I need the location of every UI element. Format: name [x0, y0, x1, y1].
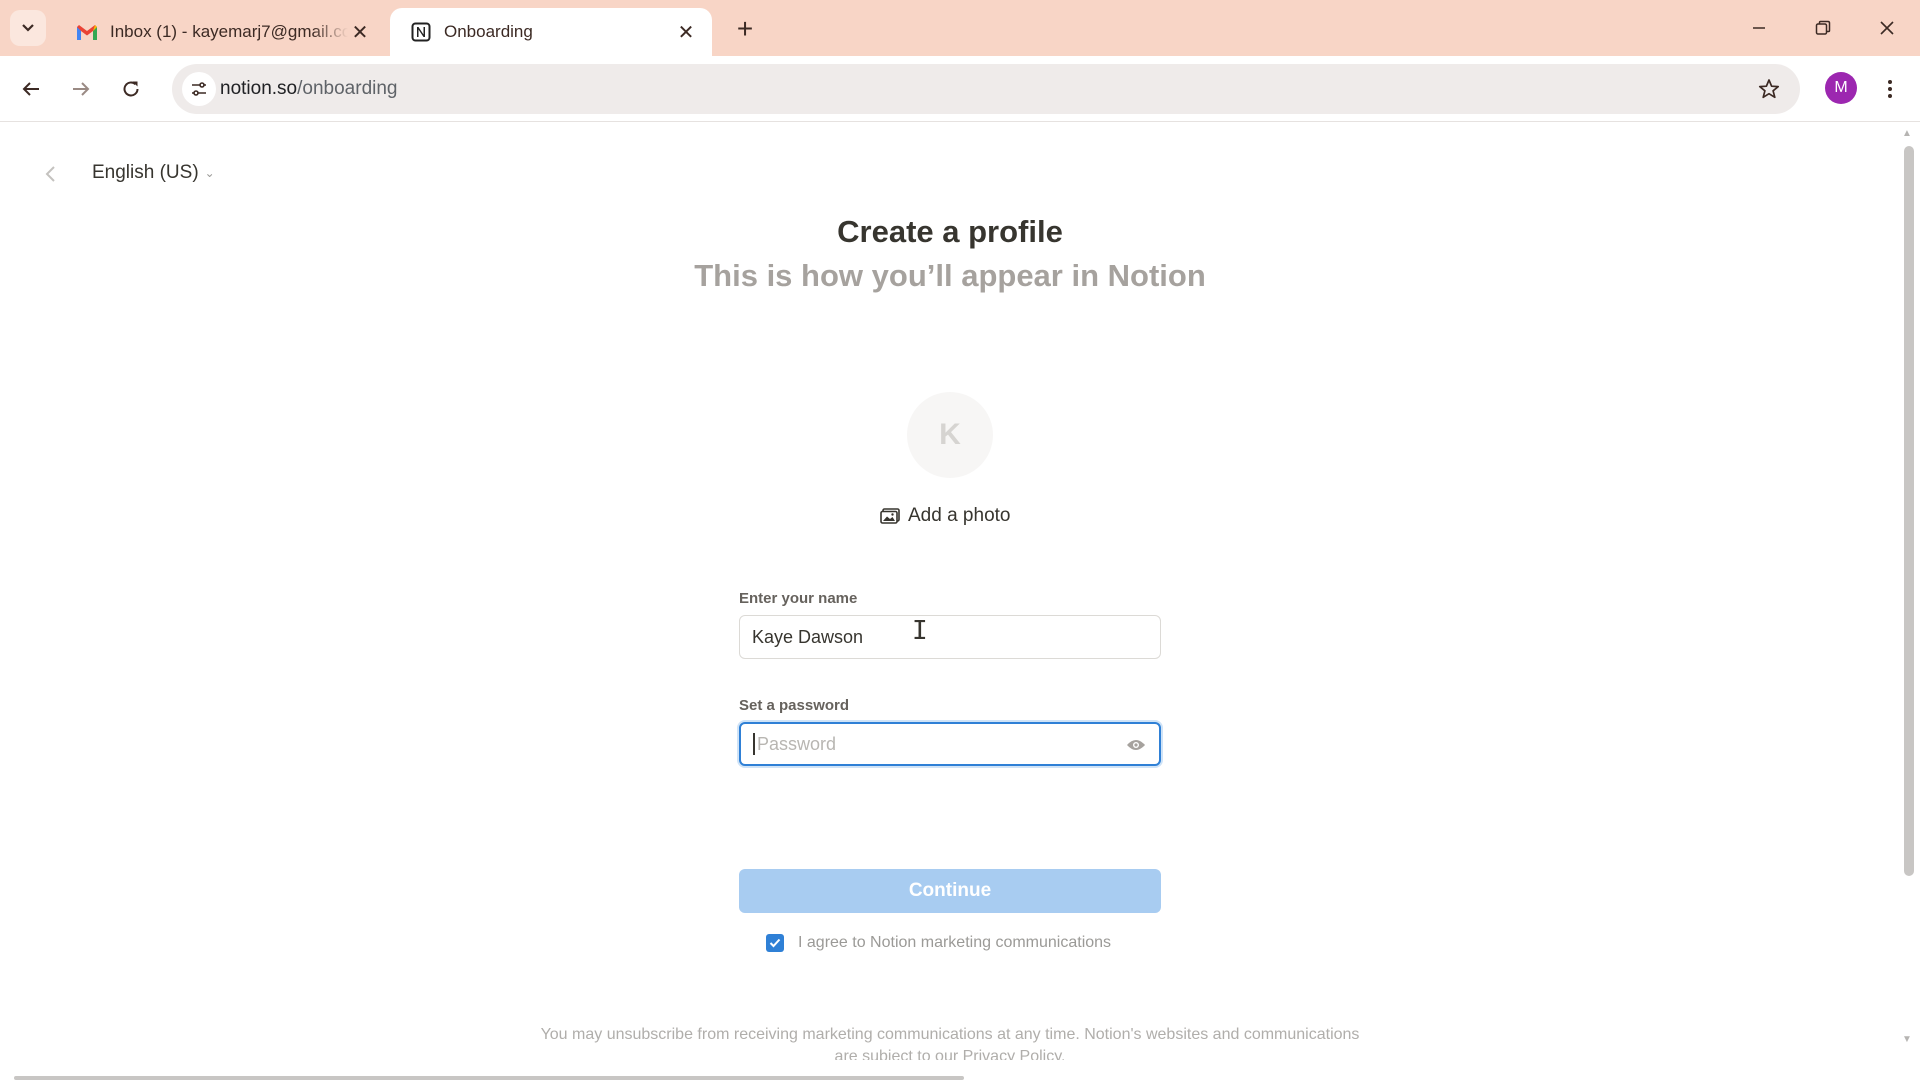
image-icon: [880, 508, 900, 524]
vertical-scrollbar[interactable]: ▲ ▼: [1898, 122, 1920, 1080]
arrow-left-icon: [22, 82, 39, 96]
consent-checkbox[interactable]: [766, 934, 784, 952]
url-text[interactable]: notion.so/onboarding: [220, 78, 398, 100]
address-bar[interactable]: notion.so/onboarding: [172, 64, 1800, 114]
forward-button[interactable]: [62, 70, 100, 108]
page-title: Create a profile: [837, 214, 1063, 249]
add-photo-button[interactable]: Add a photo: [880, 502, 1010, 530]
continue-button[interactable]: Continue: [739, 869, 1161, 913]
new-tab-button[interactable]: +: [728, 12, 762, 46]
profile-avatar-button[interactable]: M: [1825, 72, 1857, 104]
close-icon: [1880, 21, 1894, 35]
add-photo-label: Add a photo: [908, 505, 1011, 526]
browser-tab-bar: Inbox (1) - kayemarj7@gmail.com ✕ Onboar…: [0, 0, 1920, 56]
vertical-scroll-thumb[interactable]: [1904, 146, 1914, 876]
tab-title: Onboarding: [444, 22, 533, 41]
marketing-consent[interactable]: I agree to Notion marketing communicatio…: [766, 934, 1111, 952]
tab-onboarding[interactable]: Onboarding ✕: [390, 8, 712, 56]
name-label: Enter your name: [739, 590, 858, 607]
scroll-up-arrow-icon[interactable]: ▲: [1902, 128, 1912, 139]
onboarding-page: English (US) ⌄ Create a profile This is …: [0, 122, 1920, 1080]
more-vertical-icon: [1888, 80, 1892, 98]
checkmark-icon: [769, 938, 781, 948]
name-field[interactable]: Kaye Dawson: [739, 615, 1161, 659]
browser-toolbar: notion.so/onboarding M: [0, 56, 1920, 122]
show-password-toggle[interactable]: [1125, 734, 1147, 756]
password-label: Set a password: [739, 697, 850, 714]
tab-search-button[interactable]: [10, 10, 46, 46]
tune-icon: [192, 82, 206, 96]
consent-label: I agree to Notion marketing communicatio…: [798, 934, 1112, 951]
minimize-icon: [1753, 27, 1765, 29]
avatar[interactable]: K: [907, 392, 993, 478]
gmail-icon: [76, 21, 98, 43]
restore-icon: [1815, 20, 1831, 35]
bookmark-star-button[interactable]: [1756, 76, 1782, 102]
language-label: English (US): [92, 162, 199, 183]
close-tab-icon[interactable]: ✕: [348, 20, 372, 44]
page-back-button[interactable]: [38, 162, 62, 186]
url-host: notion.so: [220, 78, 298, 99]
site-info-button[interactable]: [182, 72, 216, 106]
reload-icon: [123, 81, 139, 97]
chevron-down-icon: [22, 24, 34, 32]
text-caret: [753, 733, 755, 755]
restore-button[interactable]: [1800, 8, 1846, 48]
scroll-down-arrow-icon[interactable]: ▼: [1902, 1034, 1912, 1045]
url-path: /onboarding: [297, 78, 398, 99]
password-field[interactable]: Password: [739, 722, 1161, 766]
horizontal-scrollbar[interactable]: [0, 1060, 1898, 1080]
name-value: Kaye Dawson: [752, 626, 864, 647]
password-placeholder: Password: [757, 733, 837, 754]
star-icon: [1758, 79, 1780, 99]
chevron-left-icon: [45, 166, 55, 182]
browser-menu-button[interactable]: [1876, 72, 1904, 106]
tab-title: Inbox (1) - kayemarj7@gmail.com: [110, 22, 348, 41]
arrow-right-icon: [73, 82, 90, 96]
tab-gmail[interactable]: Inbox (1) - kayemarj7@gmail.com ✕: [56, 8, 386, 56]
chevron-down-icon: ⌄: [204, 166, 215, 180]
back-button[interactable]: [12, 70, 50, 108]
reload-button[interactable]: [112, 70, 150, 108]
minimize-button[interactable]: [1736, 8, 1782, 48]
horizontal-scroll-thumb[interactable]: [14, 1076, 964, 1080]
close-tab-icon[interactable]: ✕: [674, 20, 698, 44]
i-beam-cursor-icon: I: [912, 616, 928, 646]
notion-icon: [410, 21, 432, 43]
close-window-button[interactable]: [1864, 8, 1910, 48]
page-subtitle: This is how you’ll appear in Notion: [694, 258, 1206, 293]
language-selector[interactable]: English (US) ⌄: [92, 162, 215, 184]
eye-icon: [1127, 740, 1145, 750]
